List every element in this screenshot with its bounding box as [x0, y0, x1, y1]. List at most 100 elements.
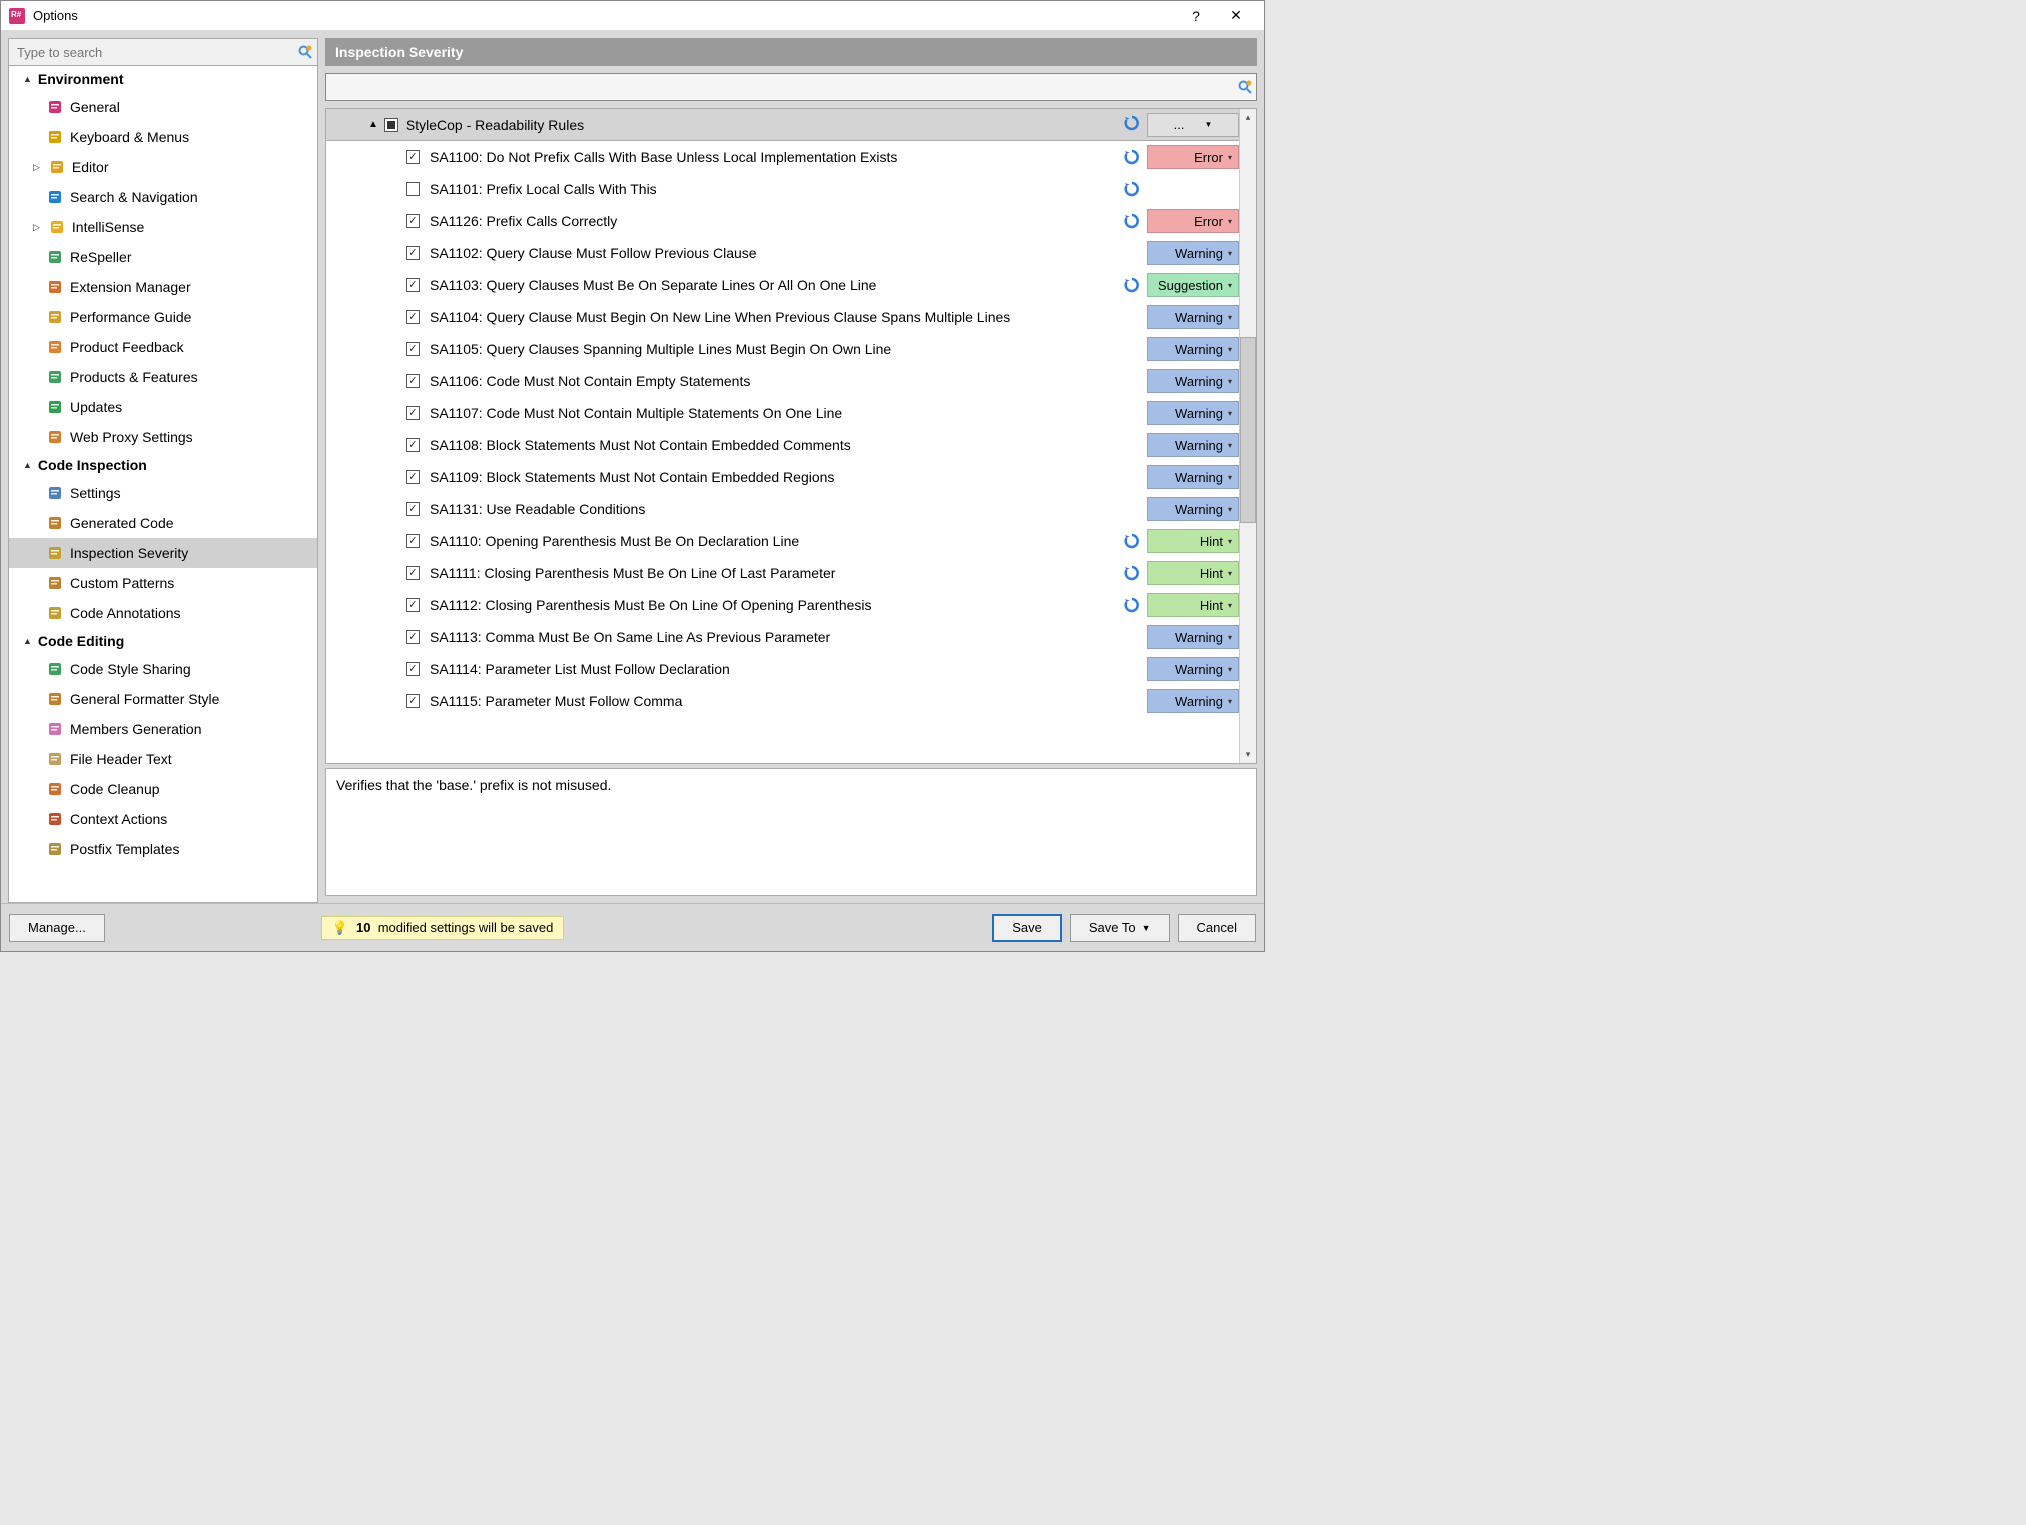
rule-checkbox[interactable]: ✓ — [406, 534, 420, 548]
rule-row[interactable]: ✓ SA1104: Query Clause Must Begin On New… — [326, 301, 1239, 333]
revert-icon[interactable] — [1123, 180, 1141, 198]
nav-item[interactable]: Postfix Templates — [9, 834, 317, 864]
rule-row[interactable]: ✓ SA1108: Block Statements Must Not Cont… — [326, 429, 1239, 461]
rule-checkbox[interactable]: ✓ — [406, 598, 420, 612]
rule-row[interactable]: ✓ SA1106: Code Must Not Contain Empty St… — [326, 365, 1239, 397]
nav-item[interactable]: Keyboard & Menus — [9, 122, 317, 152]
rule-checkbox[interactable]: ✓ — [406, 214, 420, 228]
rule-row[interactable]: ✓ SA1107: Code Must Not Contain Multiple… — [326, 397, 1239, 429]
rule-checkbox[interactable]: ✓ — [406, 566, 420, 580]
severity-dropdown[interactable]: Error▾ — [1147, 209, 1239, 233]
scroll-down-icon[interactable]: ▾ — [1240, 746, 1256, 763]
nav-section[interactable]: ▲Code Inspection — [9, 452, 317, 478]
nav-item[interactable]: Settings — [9, 478, 317, 508]
rule-row[interactable]: SA1101: Prefix Local Calls With This — [326, 173, 1239, 205]
nav-item[interactable]: Members Generation — [9, 714, 317, 744]
nav-search-input[interactable] — [13, 45, 297, 60]
severity-dropdown[interactable]: Warning▾ — [1147, 305, 1239, 329]
nav-item[interactable]: ReSpeller — [9, 242, 317, 272]
nav-item[interactable]: Product Feedback — [9, 332, 317, 362]
save-to-button[interactable]: Save To▼ — [1070, 914, 1170, 942]
revert-icon[interactable] — [1123, 596, 1141, 614]
rule-row[interactable]: ✓ SA1102: Query Clause Must Follow Previ… — [326, 237, 1239, 269]
help-button[interactable]: ? — [1176, 2, 1216, 30]
rule-row[interactable]: ✓ SA1103: Query Clauses Must Be On Separ… — [326, 269, 1239, 301]
rule-row[interactable]: ✓ SA1113: Comma Must Be On Same Line As … — [326, 621, 1239, 653]
rule-checkbox[interactable]: ✓ — [406, 406, 420, 420]
nav-item[interactable]: ▷Editor — [9, 152, 317, 182]
nav-section[interactable]: ▲Environment — [9, 66, 317, 92]
rule-checkbox[interactable]: ✓ — [406, 278, 420, 292]
rule-checkbox[interactable]: ✓ — [406, 630, 420, 644]
nav-item[interactable]: General Formatter Style — [9, 684, 317, 714]
nav-item[interactable]: Code Cleanup — [9, 774, 317, 804]
rule-category-row[interactable]: ▲ StyleCop - Readability Rules ... ▼ — [326, 109, 1239, 141]
rules-scrollbar[interactable]: ▴ ▾ — [1239, 109, 1256, 763]
rule-checkbox[interactable]: ✓ — [406, 374, 420, 388]
severity-dropdown[interactable]: Warning▾ — [1147, 465, 1239, 489]
manage-button[interactable]: Manage... — [9, 914, 105, 942]
rule-row[interactable]: ✓ SA1131: Use Readable Conditions Warnin… — [326, 493, 1239, 525]
rule-row[interactable]: ✓ SA1109: Block Statements Must Not Cont… — [326, 461, 1239, 493]
scroll-up-icon[interactable]: ▴ — [1240, 109, 1256, 126]
severity-dropdown[interactable]: Warning▾ — [1147, 625, 1239, 649]
severity-dropdown[interactable]: Warning▾ — [1147, 497, 1239, 521]
rule-checkbox[interactable]: ✓ — [406, 246, 420, 260]
rule-row[interactable]: ✓ SA1126: Prefix Calls Correctly Error▾ — [326, 205, 1239, 237]
severity-dropdown[interactable]: Hint▾ — [1147, 593, 1239, 617]
nav-tree[interactable]: ▲EnvironmentGeneralKeyboard & Menus▷Edit… — [8, 66, 318, 903]
nav-item[interactable]: Generated Code — [9, 508, 317, 538]
category-revert-icon[interactable] — [1123, 114, 1141, 135]
category-severity-menu[interactable]: ... ▼ — [1147, 113, 1239, 137]
rule-checkbox[interactable]: ✓ — [406, 694, 420, 708]
rule-checkbox[interactable]: ✓ — [406, 310, 420, 324]
rule-row[interactable]: ✓ SA1114: Parameter List Must Follow Dec… — [326, 653, 1239, 685]
nav-item[interactable]: Custom Patterns — [9, 568, 317, 598]
severity-dropdown[interactable]: Warning▾ — [1147, 657, 1239, 681]
nav-item[interactable]: Code Annotations — [9, 598, 317, 628]
rule-checkbox[interactable] — [406, 182, 420, 196]
cancel-button[interactable]: Cancel — [1178, 914, 1256, 942]
category-checkbox[interactable] — [384, 118, 398, 132]
rule-row[interactable]: ✓ SA1105: Query Clauses Spanning Multipl… — [326, 333, 1239, 365]
rule-checkbox[interactable]: ✓ — [406, 150, 420, 164]
severity-dropdown[interactable]: Error▾ — [1147, 145, 1239, 169]
revert-icon[interactable] — [1123, 564, 1141, 582]
category-expander-icon[interactable]: ▲ — [368, 119, 378, 130]
nav-item[interactable]: Search & Navigation — [9, 182, 317, 212]
close-button[interactable]: ✕ — [1216, 2, 1256, 30]
rule-row[interactable]: ✓ SA1115: Parameter Must Follow Comma Wa… — [326, 685, 1239, 717]
rule-checkbox[interactable]: ✓ — [406, 662, 420, 676]
rule-row[interactable]: ✓ SA1111: Closing Parenthesis Must Be On… — [326, 557, 1239, 589]
rule-row[interactable]: ✓ SA1100: Do Not Prefix Calls With Base … — [326, 141, 1239, 173]
revert-icon[interactable] — [1123, 212, 1141, 230]
nav-item[interactable]: Updates — [9, 392, 317, 422]
severity-dropdown[interactable]: Hint▾ — [1147, 529, 1239, 553]
save-button[interactable]: Save — [992, 914, 1062, 942]
rules-filter-input[interactable] — [326, 80, 1234, 95]
severity-dropdown[interactable]: Warning▾ — [1147, 433, 1239, 457]
nav-section[interactable]: ▲Code Editing — [9, 628, 317, 654]
severity-dropdown[interactable]: Warning▾ — [1147, 241, 1239, 265]
revert-icon[interactable] — [1123, 532, 1141, 550]
rule-row[interactable]: ✓ SA1110: Opening Parenthesis Must Be On… — [326, 525, 1239, 557]
nav-item[interactable]: Context Actions — [9, 804, 317, 834]
severity-dropdown[interactable]: Warning▾ — [1147, 689, 1239, 713]
rule-checkbox[interactable]: ✓ — [406, 438, 420, 452]
nav-item[interactable]: Inspection Severity — [9, 538, 317, 568]
nav-item[interactable]: Products & Features — [9, 362, 317, 392]
nav-item[interactable]: Code Style Sharing — [9, 654, 317, 684]
severity-dropdown[interactable]: Warning▾ — [1147, 369, 1239, 393]
nav-item[interactable]: Extension Manager — [9, 272, 317, 302]
rule-row[interactable]: ✓ SA1112: Closing Parenthesis Must Be On… — [326, 589, 1239, 621]
nav-item[interactable]: File Header Text — [9, 744, 317, 774]
severity-dropdown[interactable]: Suggestion▾ — [1147, 273, 1239, 297]
severity-dropdown[interactable]: Hint▾ — [1147, 561, 1239, 585]
nav-item[interactable]: Performance Guide — [9, 302, 317, 332]
rules-container[interactable]: ▲ StyleCop - Readability Rules ... ▼ ✓ S… — [326, 109, 1239, 763]
severity-dropdown[interactable]: Warning▾ — [1147, 337, 1239, 361]
rule-checkbox[interactable]: ✓ — [406, 342, 420, 356]
severity-dropdown[interactable]: Warning▾ — [1147, 401, 1239, 425]
nav-item[interactable]: Web Proxy Settings — [9, 422, 317, 452]
revert-icon[interactable] — [1123, 148, 1141, 166]
